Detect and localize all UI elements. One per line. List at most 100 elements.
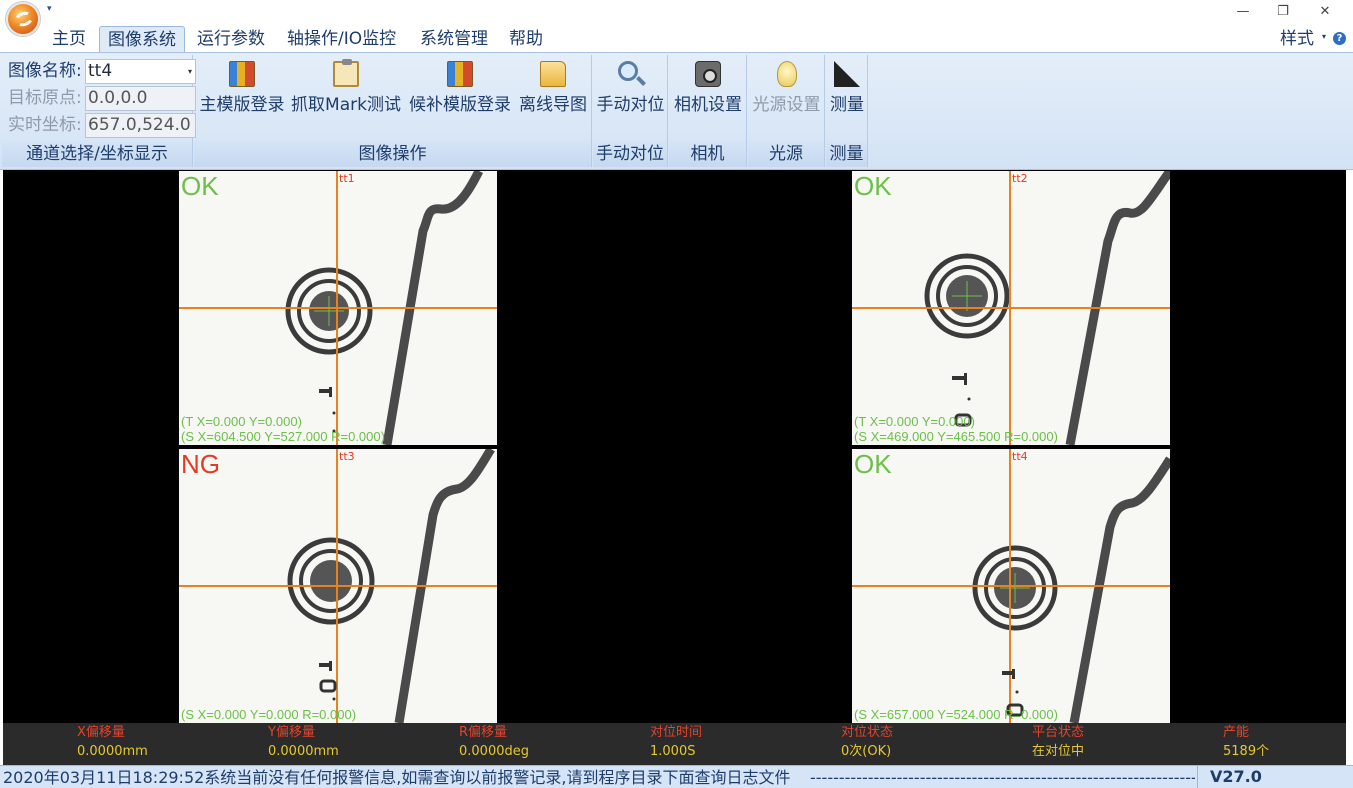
camera-view-tt4[interactable]: OK tt4 (S X=657.000 Y=524.000 R=0.000) [852, 449, 1170, 723]
result-ng-badge: NG [181, 449, 220, 479]
light-settings-button[interactable]: 光源设置 [748, 55, 825, 141]
target-coord-text: (T X=0.000 Y=0.000) [854, 414, 975, 429]
realtime-coord-field: 657.0,524.0 [85, 113, 196, 138]
camera-view-tt2[interactable]: OK tt2 (T X=0.000 Y=0.000) (S X=469.000 … [852, 171, 1170, 445]
quick-access-arrow-icon[interactable]: ▾ [47, 4, 52, 14]
stat-value: 5189个 [1223, 744, 1270, 759]
group-label-image-ops: 图像操作 [194, 141, 591, 167]
tab-system-mgmt[interactable]: 系统管理 [412, 26, 496, 52]
lightbulb-icon [776, 61, 797, 87]
group-label-camera: 相机 [669, 141, 746, 167]
minimize-button[interactable]: — [1228, 2, 1258, 22]
group-label-measure: 测量 [826, 141, 867, 167]
group-manual-align: 手动对位 手动对位 [593, 55, 668, 167]
stat-header: 产能 [1223, 725, 1250, 740]
camera-view-tt1[interactable]: OK tt1 (T X=0.000 Y=0.000) (S X=604.500 … [179, 171, 497, 445]
target-origin-label: 目标原点: [8, 88, 82, 108]
stat-header: R偏移量 [459, 725, 508, 740]
measure-label: 测量 [830, 95, 864, 115]
menu-bar: 主页 图像系统 运行参数 轴操作/IO监控 系统管理 帮助 样式 ▾ ? [0, 24, 1353, 52]
camera-image-tt2 [852, 171, 1170, 445]
camera-name-label: tt1 [339, 172, 355, 185]
style-menu[interactable]: 样式 [1280, 26, 1314, 52]
magnifier-icon [617, 61, 638, 81]
group-label-channel: 通道选择/坐标显示 [2, 141, 192, 167]
group-label-light: 光源 [748, 141, 824, 167]
stat-header: X偏移量 [77, 725, 125, 740]
stat-value: 在对位中 [1032, 744, 1085, 759]
stat-value: 0.0000deg [459, 744, 529, 759]
folder-icon [540, 61, 566, 87]
stat-align-status: 对位状态 0次(OK) [767, 723, 958, 762]
tab-help[interactable]: 帮助 [501, 26, 551, 52]
camera-view-tt3[interactable]: NG tt3 (S X=0.000 Y=0.000 R=0.000) [179, 449, 497, 723]
light-settings-label: 光源设置 [752, 95, 821, 115]
clipboard-icon [333, 59, 359, 87]
main-template-login-button[interactable]: 主模版登录 [196, 55, 288, 141]
stat-y-offset: Y偏移量 0.0000mm [194, 723, 385, 762]
result-ok-badge: OK [854, 449, 892, 479]
main-template-login-label: 主模版登录 [199, 95, 285, 115]
triangle-ruler-icon [834, 61, 860, 87]
grab-mark-test-button[interactable]: 抓取Mark测试 [290, 55, 402, 141]
stat-value: 0.0000mm [77, 744, 148, 759]
stat-x-offset: X偏移量 0.0000mm [3, 723, 194, 762]
camera-image-tt1 [179, 171, 497, 445]
group-light: 光源设置 光源 [748, 55, 825, 167]
search-coord-text: (S X=469.000 Y=465.500 R=0.000) [854, 429, 1058, 444]
help-icon[interactable]: ? [1333, 32, 1346, 45]
camera-image-tt3 [179, 449, 497, 723]
group-camera: 相机设置 相机 [669, 55, 747, 167]
ribbon: 图像名称: tt4 ▾ 目标原点: 0.0,0.0 实时坐标: 657.0,52… [0, 52, 1353, 170]
grab-mark-test-label: 抓取Mark测试 [291, 95, 401, 115]
chevron-down-icon[interactable]: ▾ [188, 60, 192, 83]
target-coord-text: (T X=0.000 Y=0.000) [181, 414, 302, 429]
stat-value: 0次(OK) [841, 744, 892, 759]
stat-value: 1.000S [650, 744, 696, 759]
search-coord-text: (S X=604.500 Y=527.000 R=0.000) [181, 429, 385, 444]
style-dropdown-icon[interactable]: ▾ [1322, 32, 1326, 41]
group-label-manual-align: 手动对位 [593, 141, 667, 167]
maximize-button[interactable]: ❐ [1268, 2, 1298, 22]
title-bar: ▾ — ❐ ✕ [0, 0, 1353, 36]
status-message: 2020年03月11日18:29:52系统当前没有任何报警信息,如需查询以前报警… [3, 768, 791, 787]
status-separator: ----------------------------------------… [810, 768, 1195, 787]
alignment-stats-panel: X偏移量 0.0000mm Y偏移量 0.0000mm R偏移量 0.0000d… [3, 723, 1346, 765]
manual-align-button[interactable]: 手动对位 [593, 55, 668, 141]
group-image-ops: 主模版登录 抓取Mark测试 候补模版登录 离线导图 图像操作 [194, 55, 592, 167]
alt-template-login-label: 候补模版登录 [409, 95, 511, 115]
target-origin-field: 0.0,0.0 [85, 86, 196, 111]
camera-icon [695, 61, 721, 87]
result-ok-badge: OK [854, 171, 892, 201]
alt-template-login-button[interactable]: 候补模版登录 [406, 55, 514, 141]
tab-run-params[interactable]: 运行参数 [189, 26, 273, 52]
camera-settings-button[interactable]: 相机设置 [669, 55, 747, 141]
tab-axis-io[interactable]: 轴操作/IO监控 [279, 26, 404, 52]
result-ok-badge: OK [181, 171, 219, 201]
image-name-select[interactable]: tt4 ▾ [85, 59, 196, 84]
image-name-value: tt4 [88, 61, 113, 81]
measure-button[interactable]: 测量 [826, 55, 868, 141]
stat-header: Y偏移量 [268, 725, 315, 740]
offline-image-button[interactable]: 离线导图 [516, 55, 590, 141]
tab-image-system[interactable]: 图像系统 [99, 26, 185, 52]
camera-settings-label: 相机设置 [674, 95, 742, 115]
stat-r-offset: R偏移量 0.0000deg [385, 723, 576, 762]
search-coord-text: (S X=0.000 Y=0.000 R=0.000) [181, 707, 357, 722]
stat-header: 平台状态 [1032, 725, 1085, 740]
camera-name-label: tt4 [1012, 450, 1028, 463]
realtime-coord-label: 实时坐标: [8, 115, 82, 135]
camera-name-label: tt2 [1012, 172, 1028, 185]
close-button[interactable]: ✕ [1310, 2, 1340, 22]
camera-image-tt4 [852, 449, 1170, 723]
app-logo-icon[interactable] [6, 2, 40, 36]
tab-home[interactable]: 主页 [44, 26, 94, 52]
stat-align-time: 对位时间 1.000S [576, 723, 767, 762]
camera-name-label: tt3 [339, 450, 355, 463]
status-bar: 2020年03月11日18:29:52系统当前没有任何报警信息,如需查询以前报警… [0, 765, 1353, 788]
manual-align-label: 手动对位 [596, 95, 665, 115]
books-icon [229, 61, 255, 87]
version-label: V27.0 20200309 [1197, 766, 1343, 788]
stat-platform-status: 平台状态 在对位中 [958, 723, 1149, 762]
offline-image-label: 离线导图 [519, 95, 587, 115]
